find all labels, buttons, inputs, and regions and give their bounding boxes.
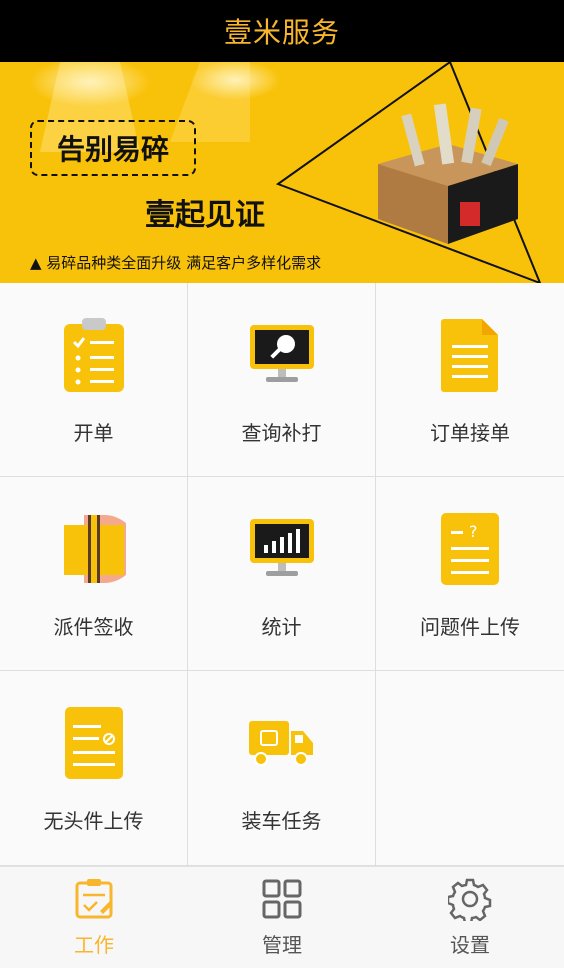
menu-item-label: 订单接单 (430, 421, 510, 445)
menu-item-label: 装车任务 (241, 809, 322, 833)
menu-item-create-order[interactable]: 开单 (0, 283, 188, 477)
svg-text:?: ? (469, 522, 478, 541)
menu-item-label: 派件签收 (53, 615, 134, 639)
tab-label: 设置 (450, 933, 490, 957)
gear-icon (448, 878, 492, 921)
menu-item-label: 统计 (261, 615, 302, 639)
work-icon (75, 879, 113, 919)
app-title: 壹米服务 (223, 16, 340, 49)
tab-manage[interactable]: 管理 (188, 867, 376, 968)
menu-item-problem-upload[interactable]: ? 问题件上传 (376, 477, 564, 671)
tab-settings[interactable]: 设置 (376, 867, 564, 968)
menu-item-label: 无头件上传 (43, 809, 144, 833)
tab-work[interactable]: 工作 (0, 867, 188, 968)
menu-item-accept-order[interactable]: 订单接单 (376, 283, 564, 477)
menu-item-loading-task[interactable]: 装车任务 (188, 671, 376, 866)
menu-item-statistics[interactable]: 统计 (188, 477, 376, 671)
app-header: 壹米服务 (0, 0, 564, 62)
menu-item-label: 查询补打 (241, 421, 322, 445)
truck-icon (242, 703, 322, 783)
banner-headline: 告别易碎 (30, 120, 196, 176)
menu-item-unlabeled-upload[interactable]: 无头件上传 (0, 671, 188, 866)
monitor-search-icon (242, 315, 322, 395)
grid-icon (262, 879, 302, 919)
tab-label: 工作 (74, 933, 114, 957)
function-grid: 开单 查询补打 订单接单 派件签收 统计 ? 问题件上传 无头件上传 装车任务 (0, 283, 564, 866)
menu-item-label: 问题件上传 (420, 615, 520, 639)
bottom-tab-bar: 工作 管理 设置 (0, 866, 564, 968)
menu-item-query-reprint[interactable]: 查询补打 (188, 283, 376, 477)
menu-item-delivery-sign[interactable]: 派件签收 (0, 477, 188, 671)
no-label-document-icon (54, 703, 134, 783)
promo-banner[interactable]: 告别易碎 壹起见证 ▲ 易碎品种类全面升级 满足客户多样化需求 (0, 62, 564, 283)
question-document-icon: ? (430, 509, 510, 589)
wine-box-illustration (378, 103, 518, 244)
banner-subline: 壹起见证 (145, 198, 265, 233)
package-sign-icon (54, 509, 134, 589)
banner-tagline: ▲ 易碎品种类全面升级 满足客户多样化需求 (30, 254, 322, 272)
menu-item-label: 开单 (73, 421, 114, 445)
tab-label: 管理 (262, 933, 302, 957)
clipboard-list-icon (54, 315, 134, 395)
document-icon (430, 315, 510, 395)
empty-grid-cell (376, 671, 564, 866)
monitor-chart-icon (242, 509, 322, 589)
